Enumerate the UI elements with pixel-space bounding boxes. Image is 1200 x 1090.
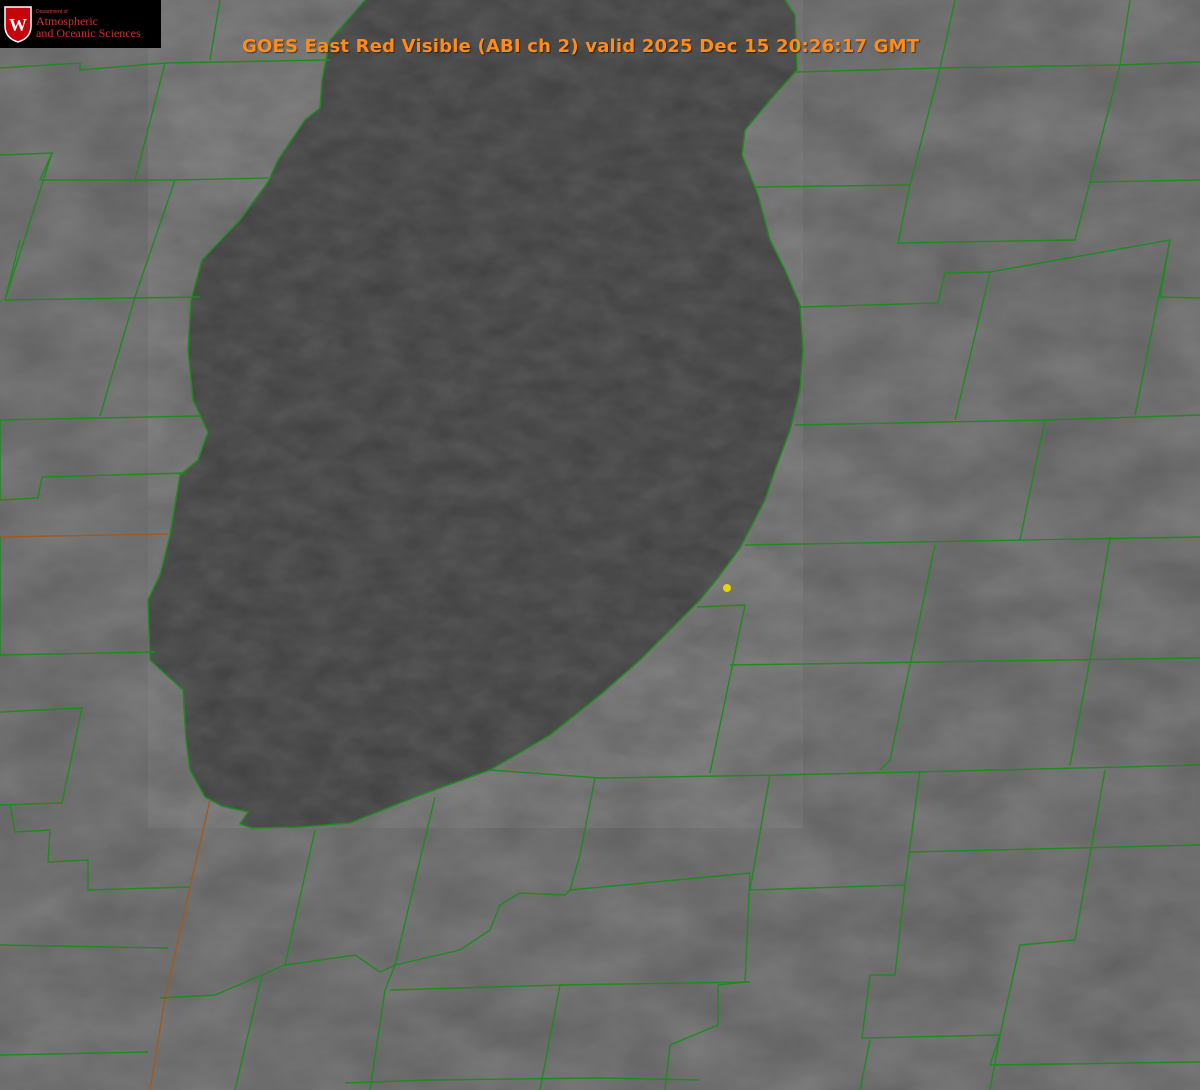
logo-line2: and Oceanic Sciences	[36, 25, 141, 40]
uw-logo[interactable]: W Department of Atmospheric and Oceanic …	[0, 0, 161, 48]
crest-letter: W	[9, 15, 27, 35]
location-dot-icon	[723, 584, 731, 592]
map-title: GOES East Red Visible (ABI ch 2) valid 2…	[242, 36, 920, 57]
uw-crest-icon: W	[4, 6, 32, 43]
satellite-map	[0, 0, 1200, 1090]
logo-line1: Atmospheric	[36, 13, 98, 28]
